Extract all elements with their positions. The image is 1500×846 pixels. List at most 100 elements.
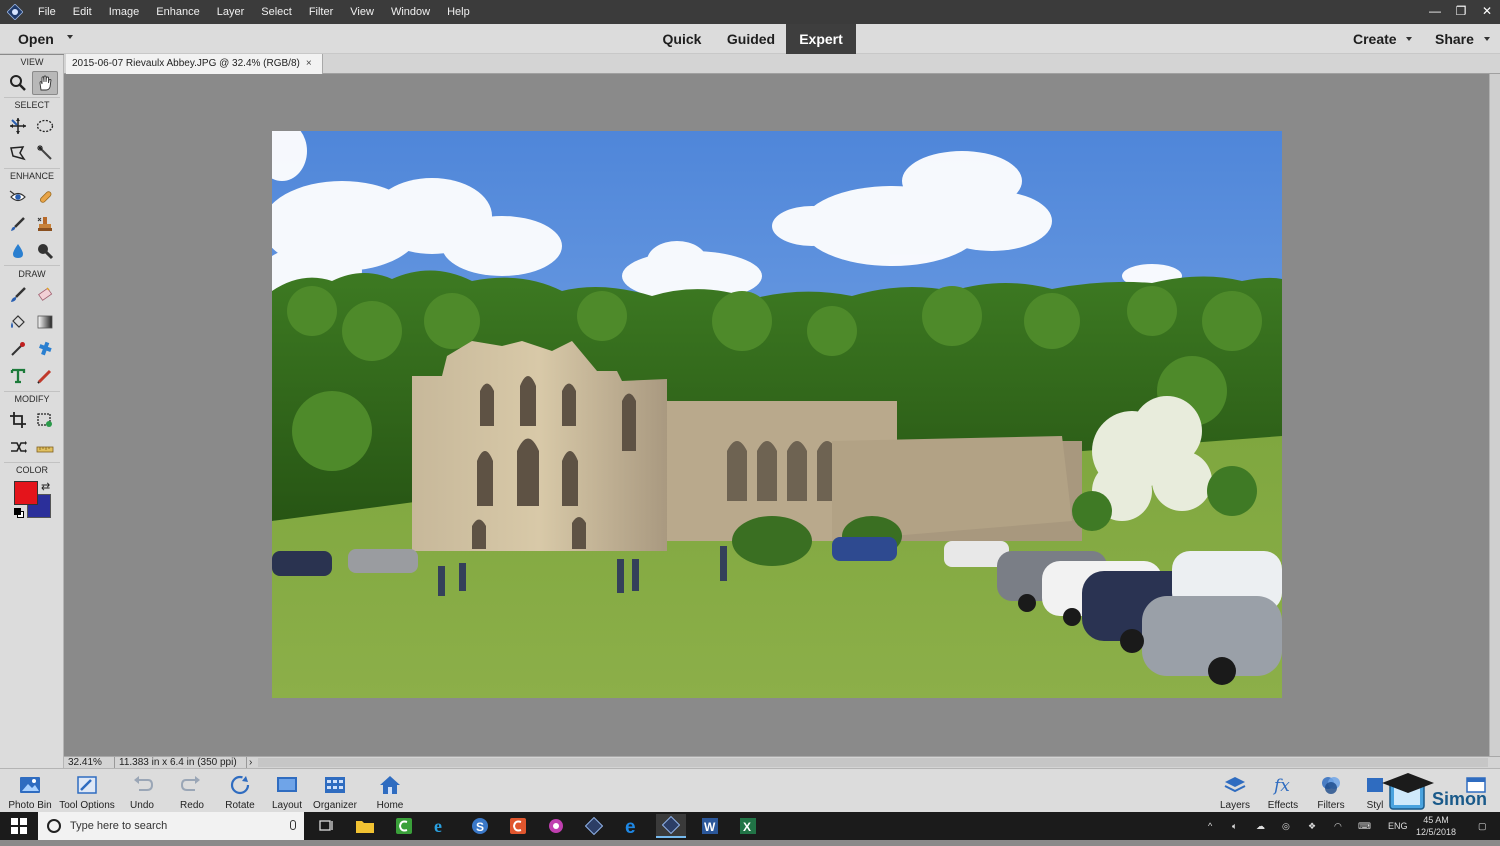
default-colors-icon[interactable] <box>14 508 24 518</box>
marquee-tool-icon[interactable] <box>32 114 58 138</box>
elements-organizer-icon[interactable] <box>579 814 609 838</box>
edge-browser-icon[interactable]: e <box>618 814 648 838</box>
blur-tool-icon[interactable] <box>5 239 31 263</box>
close-window-button[interactable]: ✕ <box>1474 0 1500 24</box>
tray-chevron-icon[interactable]: ^ <box>1208 812 1212 840</box>
brush-tool-icon[interactable] <box>5 283 31 307</box>
layers-icon <box>1222 773 1248 797</box>
zoom-tool-icon[interactable] <box>5 71 31 95</box>
sponge-tool-icon[interactable] <box>32 239 58 263</box>
task-view-icon[interactable] <box>312 814 342 838</box>
taskbar-search-box[interactable]: Type here to search <box>38 812 304 840</box>
share-button[interactable]: Share <box>1435 31 1474 47</box>
eraser-tool-icon[interactable] <box>32 283 58 307</box>
crop-tool-icon[interactable] <box>5 408 31 432</box>
menu-image[interactable]: Image <box>101 0 149 24</box>
organizer-button[interactable]: Organizer <box>312 771 358 811</box>
tool-options-button[interactable]: Tool Options <box>58 771 116 811</box>
panel-bar: Photo Bin Tool Options Undo Redo Rotate … <box>0 768 1500 822</box>
photos-app-icon[interactable] <box>541 814 571 838</box>
straighten-tool-icon[interactable] <box>32 435 58 459</box>
dropbox-icon[interactable]: ❖ <box>1308 812 1316 840</box>
paint-bucket-tool-icon[interactable] <box>5 310 31 334</box>
pencil-tool-icon[interactable] <box>32 364 58 388</box>
internet-explorer-icon[interactable]: e <box>427 814 457 838</box>
snagit-icon[interactable]: S <box>465 814 495 838</box>
create-button[interactable]: Create <box>1353 31 1397 47</box>
file-explorer-icon[interactable] <box>350 814 380 838</box>
language-indicator[interactable]: ENG <box>1388 812 1408 840</box>
rotate-button[interactable]: Rotate <box>220 771 260 811</box>
redo-button[interactable]: Redo <box>174 771 210 811</box>
excel-icon[interactable]: X <box>733 814 763 838</box>
home-screen-button[interactable]: Home Screen <box>360 771 420 822</box>
minimize-button[interactable]: — <box>1422 0 1448 24</box>
mode-quick[interactable]: Quick <box>650 24 714 54</box>
layers-label: Layers <box>1219 800 1250 811</box>
layout-icon <box>274 773 300 797</box>
open-button[interactable]: Open <box>18 31 54 47</box>
keyboard-icon[interactable]: ⌨ <box>1358 812 1371 840</box>
custom-shape-tool-icon[interactable] <box>32 337 58 361</box>
red-eye-tool-icon[interactable] <box>5 185 31 209</box>
network-sync-icon[interactable]: ◎ <box>1282 812 1290 840</box>
undo-label: Undo <box>130 800 154 811</box>
menu-layer[interactable]: Layer <box>209 0 254 24</box>
eyedropper-tool-icon[interactable] <box>5 337 31 361</box>
microphone-icon[interactable] <box>290 820 296 830</box>
open-dropdown-arrow-icon[interactable] <box>67 35 73 39</box>
screen-recorder-icon[interactable] <box>503 814 533 838</box>
mode-guided[interactable]: Guided <box>716 24 786 54</box>
hand-tool-icon[interactable] <box>32 71 58 95</box>
photo-bin-button[interactable]: Photo Bin <box>6 771 54 811</box>
foreground-color-swatch[interactable] <box>14 481 38 505</box>
quick-selection-tool-icon[interactable] <box>32 141 58 165</box>
type-tool-icon[interactable] <box>5 364 31 388</box>
clone-stamp-tool-icon[interactable] <box>32 212 58 236</box>
menu-window[interactable]: Window <box>383 0 439 24</box>
recompose-tool-icon[interactable] <box>32 408 58 432</box>
word-icon[interactable]: W <box>695 814 725 838</box>
effects-button[interactable]: fx Effects <box>1264 771 1302 811</box>
menu-edit[interactable]: Edit <box>65 0 101 24</box>
camtasia-icon[interactable] <box>389 814 419 838</box>
menu-select[interactable]: Select <box>253 0 301 24</box>
menu-help[interactable]: Help <box>439 0 479 24</box>
menu-view[interactable]: View <box>342 0 383 24</box>
filters-button[interactable]: Filters <box>1312 771 1350 811</box>
horizontal-scrollbar[interactable] <box>258 758 1488 767</box>
vertical-scrollbar[interactable] <box>1489 74 1500 756</box>
layout-button[interactable]: Layout <box>268 771 306 811</box>
gradient-tool-icon[interactable] <box>32 310 58 334</box>
window-controls: — ❐ ✕ <box>1422 0 1500 24</box>
wifi-icon[interactable]: ◠ <box>1334 812 1342 840</box>
swap-colors-icon[interactable]: ⇄ <box>41 480 50 493</box>
cortana-icon <box>47 819 61 833</box>
menu-filter[interactable]: Filter <box>301 0 342 24</box>
photo-rievaulx-abbey[interactable] <box>272 131 1282 698</box>
spot-healing-tool-icon[interactable] <box>32 185 58 209</box>
share-dropdown-arrow-icon[interactable] <box>1484 37 1490 41</box>
lasso-tool-icon[interactable] <box>5 141 31 165</box>
mode-expert[interactable]: Expert <box>786 24 856 54</box>
undo-button[interactable]: Undo <box>124 771 160 811</box>
windows-start-icon[interactable] <box>0 812 38 840</box>
layers-button[interactable]: Layers <box>1216 771 1254 811</box>
close-tab-icon[interactable]: × <box>306 58 312 69</box>
smart-brush-tool-icon[interactable] <box>5 212 31 236</box>
menu-file[interactable]: File <box>30 0 65 24</box>
section-color: COLOR <box>15 465 48 475</box>
content-aware-move-tool-icon[interactable] <box>5 435 31 459</box>
create-dropdown-arrow-icon[interactable] <box>1406 37 1412 41</box>
volume-icon[interactable]: 🔈︎ <box>1232 812 1237 840</box>
restore-button[interactable]: ❐ <box>1448 0 1474 24</box>
redo-label: Redo <box>180 800 204 811</box>
move-tool-icon[interactable] <box>5 114 31 138</box>
notifications-icon[interactable]: ▢ <box>1478 812 1487 840</box>
taskbar-clock[interactable]: 45 AM 12/5/2018 <box>1416 814 1456 838</box>
canvas-area[interactable] <box>64 74 1489 756</box>
photoshop-elements-taskbar-icon[interactable] <box>656 814 686 838</box>
document-tab[interactable]: 2015-06-07 Rievaulx Abbey.JPG @ 32.4% (R… <box>66 54 323 74</box>
menu-enhance[interactable]: Enhance <box>148 0 208 24</box>
onedrive-icon[interactable]: ☁ <box>1256 812 1265 840</box>
